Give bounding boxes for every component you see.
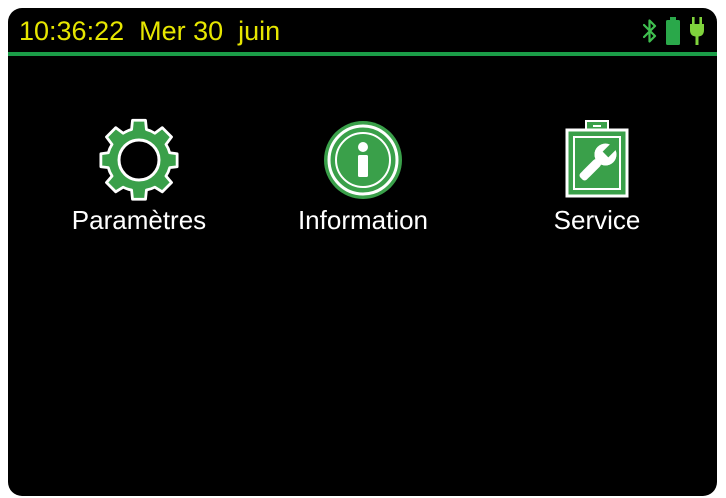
menu-item-parametres[interactable]: Paramètres — [49, 118, 229, 248]
plug-icon — [689, 17, 705, 45]
menu-label-parametres: Paramètres — [71, 205, 207, 235]
status-icons — [643, 16, 705, 46]
menu-label-information: Information — [297, 205, 429, 235]
status-datetime: 10:36:22 Mer 30 juin — [19, 14, 280, 48]
menu-item-service[interactable]: Service — [507, 118, 687, 248]
status-bar: 10:36:22 Mer 30 juin — [8, 8, 717, 52]
status-divider — [8, 52, 717, 56]
toolbox-wrench-icon — [555, 118, 639, 202]
menu-item-information[interactable]: Information — [273, 118, 453, 248]
menu-label-service: Service — [553, 205, 641, 235]
battery-icon — [666, 17, 680, 45]
status-time: 10:36:22 — [19, 16, 125, 46]
bluetooth-icon — [643, 18, 657, 44]
gear-icon — [97, 118, 181, 202]
device-screen: 10:36:22 Mer 30 juin Paramètres Informat… — [8, 8, 717, 496]
status-date: Mer 30 juin — [139, 16, 281, 46]
info-icon — [321, 118, 405, 202]
